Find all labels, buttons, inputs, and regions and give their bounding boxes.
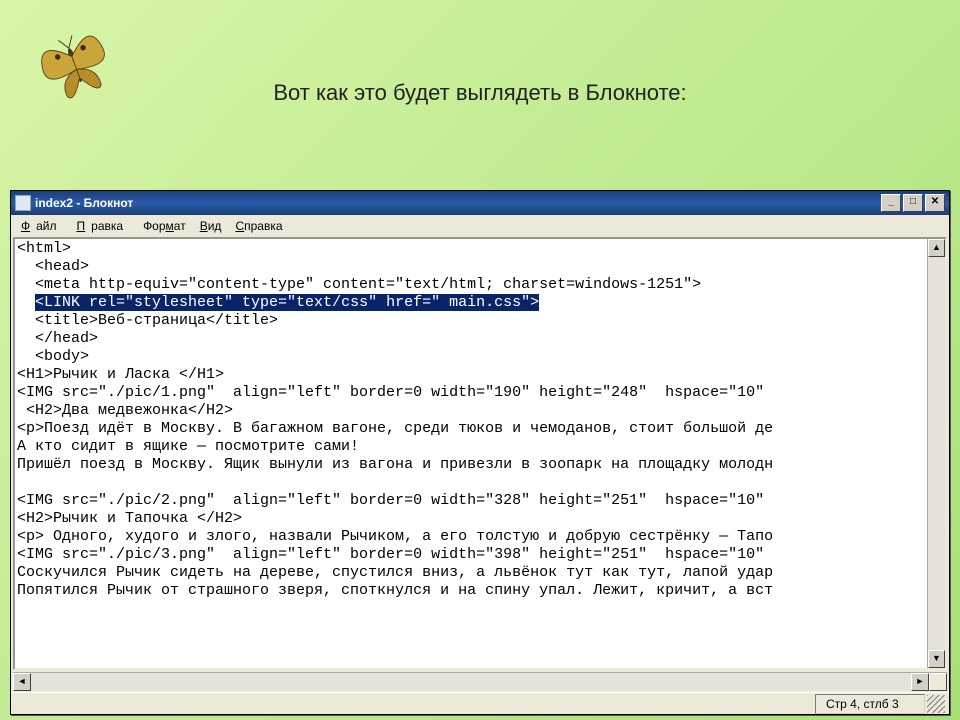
menu-format[interactable]: Формат xyxy=(137,217,192,235)
menu-view[interactable]: Вид xyxy=(194,217,228,235)
menu-edit[interactable]: Правка xyxy=(71,217,136,235)
resize-grip[interactable] xyxy=(927,695,945,713)
text-editor[interactable]: <html> <head> <meta http-equiv="content-… xyxy=(15,239,927,668)
hscroll-track[interactable] xyxy=(31,673,911,690)
scroll-left-button[interactable]: ◄ xyxy=(13,673,31,691)
maximize-button[interactable]: □ xyxy=(903,194,923,212)
menu-help[interactable]: Справка xyxy=(229,217,288,235)
window-titlebar[interactable]: index2 - Блокнот _ □ ✕ xyxy=(11,191,949,215)
statusbar: Стр 4, стлб 3 xyxy=(11,692,949,714)
slide-background: Вот как это будет выглядеть в Блокноте: … xyxy=(0,0,960,720)
selected-text: <LINK rel="stylesheet" type="text/css" h… xyxy=(35,294,539,311)
vertical-scrollbar[interactable]: ▲ ▼ xyxy=(927,239,945,668)
notepad-icon xyxy=(15,195,31,211)
window-title: index2 - Блокнот xyxy=(35,196,881,210)
scroll-track[interactable] xyxy=(928,257,945,650)
minimize-button[interactable]: _ xyxy=(881,194,901,212)
menubar: Файл Правка Формат Вид Справка xyxy=(11,215,949,237)
cursor-position: Стр 4, стлб 3 xyxy=(815,694,925,714)
scroll-corner xyxy=(929,673,947,691)
horizontal-scrollbar[interactable]: ◄ ► xyxy=(13,672,947,690)
scroll-up-button[interactable]: ▲ xyxy=(928,239,945,257)
notepad-window: index2 - Блокнот _ □ ✕ Файл Правка Форма… xyxy=(10,190,950,715)
scroll-right-button[interactable]: ► xyxy=(911,673,929,691)
menu-file[interactable]: Файл xyxy=(15,217,69,235)
slide-caption: Вот как это будет выглядеть в Блокноте: xyxy=(0,80,960,106)
editor-area: <html> <head> <meta http-equiv="content-… xyxy=(13,237,947,670)
scroll-down-button[interactable]: ▼ xyxy=(928,650,945,668)
close-button[interactable]: ✕ xyxy=(925,194,945,212)
